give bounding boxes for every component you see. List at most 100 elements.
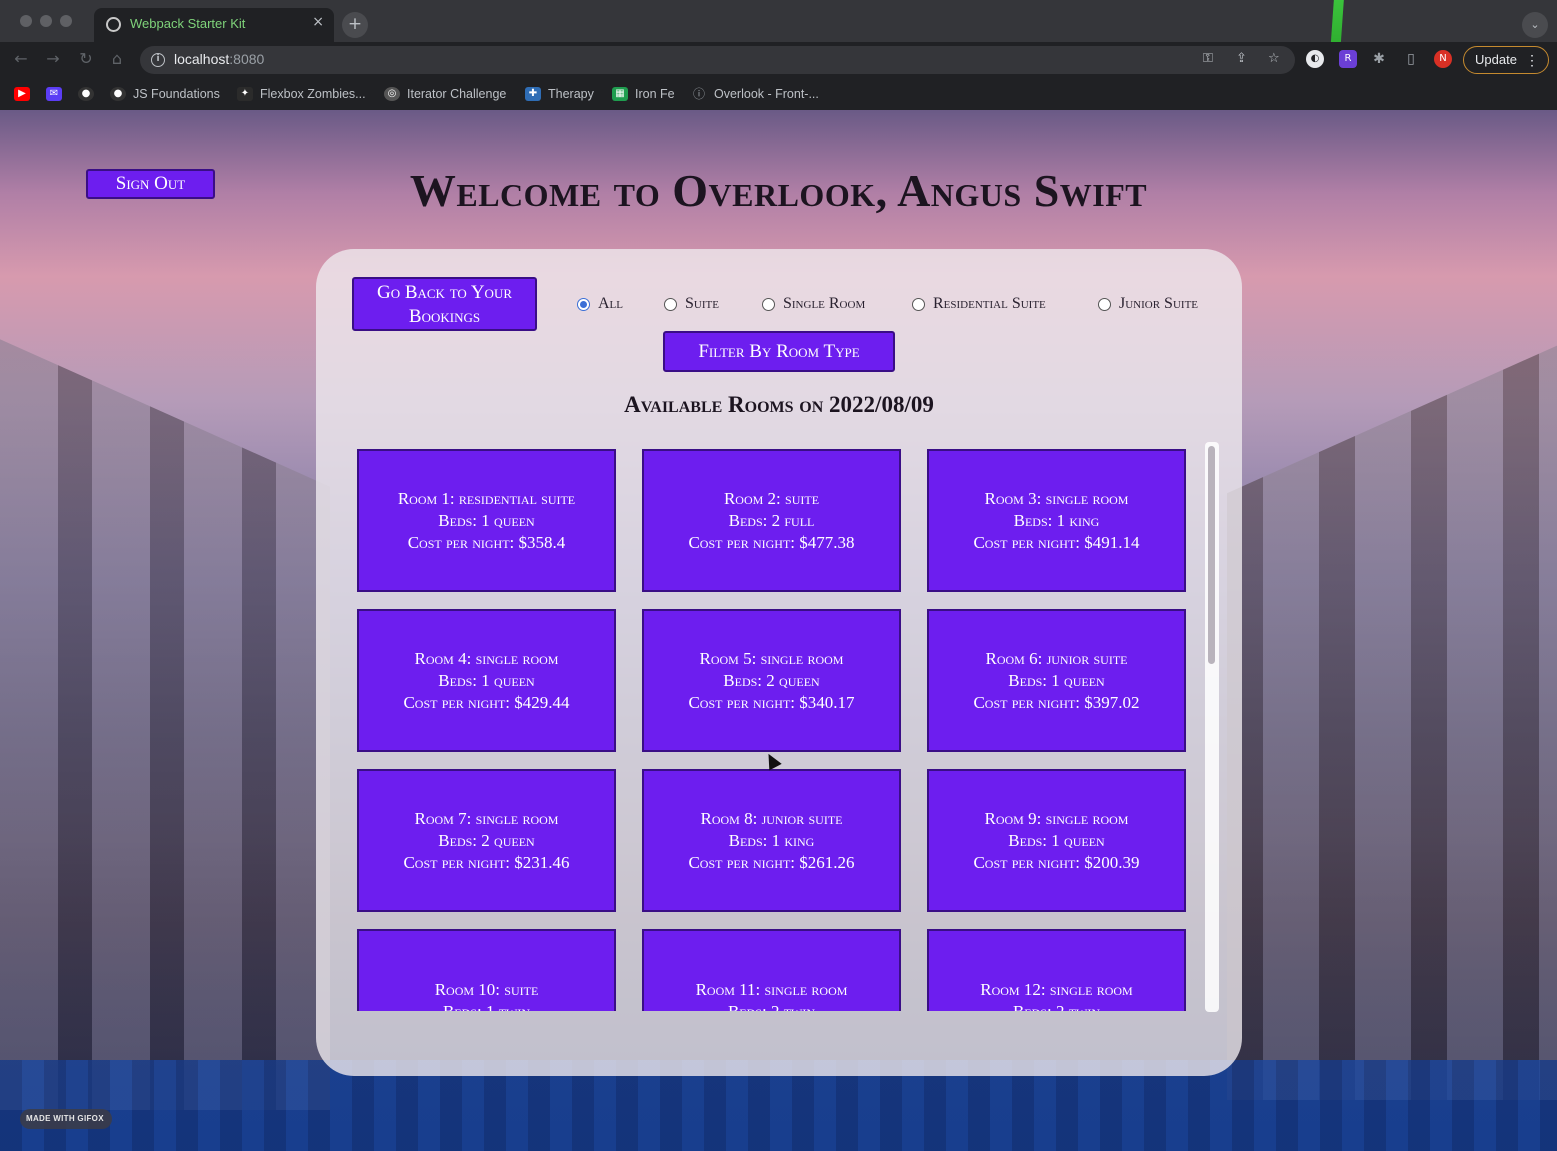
sign-out-button[interactable]: Sign Out <box>86 169 215 199</box>
radio-label: Single Room <box>783 295 866 312</box>
room-card[interactable]: Room 4: single room Beds: 1 queen Cost per… <box>357 609 616 752</box>
room-card[interactable]: Room 7: single room Beds: 2 queen Cost per… <box>357 769 616 912</box>
background-building-right <box>1227 345 1557 1100</box>
room-card[interactable]: Room 8: junior suite Beds: 1 king Cost per… <box>642 769 901 912</box>
radio-junior-suite[interactable]: Junior Suite <box>1098 295 1198 313</box>
page-viewport: Sign Out Welcome to Overlook, Angus Swif… <box>0 110 1557 1151</box>
bookmark-iron-fe[interactable]: ▦ Iron Fe <box>612 84 675 104</box>
browser-toolbar: ← → ↻ ⌂ i localhost:8080 ⚿ ⇪ ☆ ◐ R ✱ ▯ N… <box>0 42 1557 78</box>
bookmark-iterator-challenge[interactable]: ◎ Iterator Challenge <box>384 84 506 104</box>
room-beds: Beds: 1 king <box>1013 510 1100 530</box>
filter-by-room-type-button[interactable]: Filter By Room Type <box>663 331 895 372</box>
radio-single-room[interactable]: Single Room <box>762 295 865 313</box>
radio-label: Junior Suite <box>1119 295 1199 312</box>
bookmark-label: Therapy <box>548 87 594 101</box>
radio-indicator[interactable] <box>762 297 775 311</box>
room-cost: Cost per night: $358.4 <box>407 532 566 552</box>
room-title: Room 1: residential suite <box>397 488 576 508</box>
star-icon[interactable]: ☆ <box>1268 51 1280 66</box>
window-zoom-control[interactable] <box>60 15 72 27</box>
room-beds: Beds: 1 queen <box>438 510 535 530</box>
bookmark-mail[interactable]: ✉ <box>46 84 69 104</box>
tab-search-button[interactable]: ⌄ <box>1522 12 1548 38</box>
room-beds: Beds: 1 queen <box>438 670 535 690</box>
room-beds: Beds: 2 full <box>728 510 815 530</box>
radio-selected-indicator[interactable] <box>577 297 590 311</box>
dark-mode-extension-icon[interactable]: ◐ <box>1306 50 1324 68</box>
room-cost: Cost per night: $477.38 <box>688 532 855 552</box>
browser-tab-bar: Webpack Starter Kit × + ⌄ <box>0 0 1557 110</box>
reload-icon[interactable]: ↻ <box>75 48 97 70</box>
room-beds: Beds: 1 twin <box>442 1001 531 1012</box>
room-card[interactable]: Room 11: single room Beds: 2 twin <box>642 929 901 1011</box>
room-card[interactable]: Room 10: suite Beds: 1 twin <box>357 929 616 1011</box>
bookmark-github[interactable]: ● <box>78 84 101 104</box>
room-title: Room 11: single room <box>695 979 848 999</box>
profile-avatar[interactable]: N <box>1434 50 1452 68</box>
globe-icon <box>106 17 121 32</box>
circle-icon: ◎ <box>384 87 400 101</box>
update-button[interactable]: Update ⋮ <box>1463 46 1549 74</box>
zombie-icon: ✦ <box>237 87 253 101</box>
room-beds: Beds: 1 queen <box>1008 670 1105 690</box>
room-card[interactable]: Room 3: single room Beds: 1 king Cost per … <box>927 449 1186 592</box>
bookmark-flexbox-zombies[interactable]: ✦ Flexbox Zombies... <box>237 84 366 104</box>
radio-indicator[interactable] <box>1098 297 1111 311</box>
room-beds: Beds: 2 twin <box>1012 1001 1101 1012</box>
window-minimize-control[interactable] <box>40 15 52 27</box>
bookmark-label: Flexbox Zombies... <box>260 87 366 101</box>
puzzle-icon[interactable]: ✱ <box>1370 50 1388 68</box>
radio-suite[interactable]: Suite <box>664 295 719 313</box>
key-icon[interactable]: ⚿ <box>1203 51 1213 66</box>
share-icon[interactable]: ⇪ <box>1236 51 1247 66</box>
sheet-icon: ▦ <box>612 87 628 101</box>
room-card[interactable]: Room 2: suite Beds: 2 full Cost per night:… <box>642 449 901 592</box>
room-title: Room 6: junior suite <box>985 648 1128 668</box>
room-cost: Cost per night: $261.26 <box>688 852 855 872</box>
room-cost: Cost per night: $340.17 <box>688 692 855 712</box>
browser-tab-active[interactable]: Webpack Starter Kit × <box>94 8 334 42</box>
radio-label: Residential Suite <box>933 295 1046 312</box>
window-close-control[interactable] <box>20 15 32 27</box>
bookmark-youtube[interactable]: ▶ <box>14 84 37 104</box>
address-bar[interactable]: i localhost:8080 ⚿ ⇪ ☆ <box>140 46 1295 74</box>
cross-icon: ✚ <box>525 87 541 101</box>
room-title: Room 3: single room <box>984 488 1129 508</box>
radio-residential-suite[interactable]: Residential Suite <box>912 295 1046 313</box>
scrollbar-thumb[interactable] <box>1208 446 1215 664</box>
room-card[interactable]: Room 6: junior suite Beds: 1 queen Cost pe… <box>927 609 1186 752</box>
home-icon[interactable]: ⌂ <box>106 48 128 70</box>
site-info-icon[interactable]: i <box>151 53 165 67</box>
room-card[interactable]: Room 9: single room Beds: 1 queen Cost per… <box>927 769 1186 912</box>
room-title: Room 7: single room <box>414 808 559 828</box>
room-card[interactable]: Room 5: single room Beds: 2 queen Cost per… <box>642 609 901 752</box>
close-icon[interactable]: × <box>312 14 324 30</box>
room-title: Room 12: single room <box>980 979 1133 999</box>
radio-indicator[interactable] <box>664 297 677 311</box>
background-building-left <box>0 339 330 1110</box>
back-to-bookings-button[interactable]: Go Back to Your Bookings <box>352 277 537 331</box>
radio-label: All <box>598 295 623 312</box>
room-beds: Beds: 2 queen <box>438 830 535 850</box>
room-title: Room 4: single room <box>414 648 559 668</box>
new-tab-button[interactable]: + <box>342 12 368 38</box>
bookmark-overlook[interactable]: ⓘ Overlook - Front-... <box>691 84 819 104</box>
youtube-icon: ▶ <box>14 87 30 101</box>
kebab-menu-icon[interactable]: ⋮ <box>1525 47 1539 73</box>
room-cost: Cost per night: $429.44 <box>403 692 570 712</box>
room-title: Room 9: single room <box>984 808 1129 828</box>
bookmark-therapy[interactable]: ✚ Therapy <box>525 84 594 104</box>
radio-indicator[interactable] <box>912 297 925 311</box>
room-title: Room 8: junior suite <box>700 808 843 828</box>
room-card[interactable]: Room 12: single room Beds: 2 twin <box>927 929 1186 1011</box>
github-icon: ● <box>78 87 94 101</box>
room-grid[interactable]: Room 1: residential suite Beds: 1 queen Co… <box>357 449 1217 1011</box>
room-cost: Cost per night: $231.46 <box>403 852 570 872</box>
sidebar-icon[interactable]: ▯ <box>1402 50 1420 68</box>
room-card[interactable]: Room 1: residential suite Beds: 1 queen Co… <box>357 449 616 592</box>
react-extension-icon[interactable]: R <box>1339 50 1357 68</box>
bookmark-js-foundations[interactable]: ● JS Foundations <box>110 84 220 104</box>
radio-all[interactable]: All <box>577 295 623 313</box>
back-arrow-icon[interactable]: ← <box>10 48 32 70</box>
forward-arrow-icon[interactable]: → <box>42 48 64 70</box>
